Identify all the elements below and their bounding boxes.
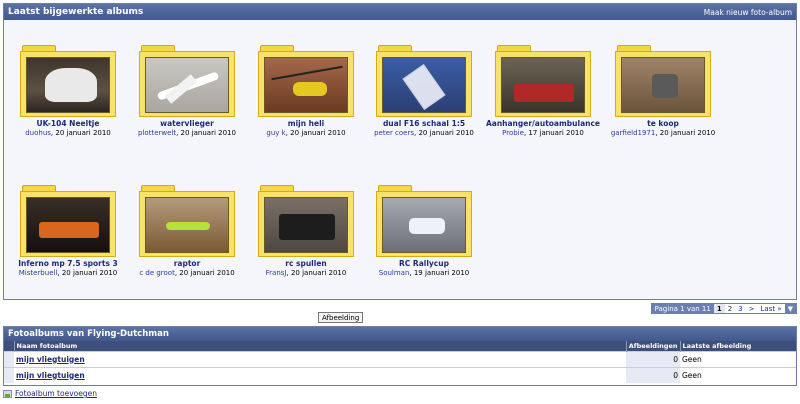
album-thumbnail[interactable] bbox=[264, 57, 348, 113]
album-card[interactable]: dual F16 schaal 1:5 peter coers, 20 janu… bbox=[365, 45, 483, 137]
album-title[interactable]: UK-104 Neeltje bbox=[9, 119, 127, 128]
album-card[interactable]: te koop garfield1971, 20 januari 2010 bbox=[604, 45, 722, 137]
album-title[interactable]: te koop bbox=[604, 119, 722, 128]
album-name-link[interactable]: mijn vliegtuigen bbox=[16, 371, 85, 380]
album-user-link[interactable]: garfield1971 bbox=[611, 129, 656, 137]
last-page-link[interactable]: Last » bbox=[757, 304, 785, 313]
album-user-link[interactable]: Soulman bbox=[379, 269, 410, 277]
album-last-image: Geen bbox=[680, 350, 796, 367]
table-spacer-header bbox=[4, 341, 14, 351]
add-album-label[interactable]: Fotoalbum toevoegen bbox=[15, 389, 97, 398]
album-folder-icon[interactable] bbox=[139, 185, 235, 257]
album-folder-icon[interactable] bbox=[376, 45, 472, 117]
album-card[interactable]: rc spullen FransJ, 20 januari 2010 bbox=[247, 185, 365, 277]
image-add-icon bbox=[3, 389, 12, 398]
tooltip: Afbeelding bbox=[318, 312, 364, 323]
album-thumbnail[interactable] bbox=[382, 57, 466, 113]
album-thumbnail[interactable] bbox=[264, 197, 348, 253]
album-date: , 20 januari 2010 bbox=[655, 129, 716, 137]
album-folder-icon[interactable] bbox=[20, 185, 116, 257]
album-card[interactable]: Inferno mp 7.5 sports 3 Misterbuell, 20 … bbox=[9, 185, 127, 277]
album-thumbnail[interactable] bbox=[621, 57, 705, 113]
album-user-link[interactable]: FransJ bbox=[266, 269, 287, 277]
album-user-link[interactable]: duohus bbox=[25, 129, 51, 137]
album-card[interactable]: mijn heli guy k, 20 januari 2010 bbox=[247, 45, 365, 137]
album-folder-icon[interactable] bbox=[258, 45, 354, 117]
album-user-link[interactable]: guy k bbox=[266, 129, 285, 137]
albums-table: Naam fotoalbum Afbeeldingen Laatste afbe… bbox=[4, 341, 796, 383]
panel-title: Laatst bijgewerkte albums bbox=[8, 7, 144, 17]
album-date: , 20 januari 2010 bbox=[414, 129, 474, 137]
album-date: , 20 januari 2010 bbox=[176, 129, 236, 137]
page-indicator: Pagina 1 van 11 bbox=[651, 304, 714, 313]
album-title[interactable]: mijn heli bbox=[247, 119, 365, 128]
album-grid: UK-104 Neeltje duohus, 20 januari 2010 w… bbox=[4, 20, 796, 299]
album-card[interactable]: watervlieger plotterwelt, 20 januari 201… bbox=[128, 45, 246, 137]
next-page-link[interactable]: > bbox=[745, 304, 758, 313]
album-date: , 20 januari 2010 bbox=[285, 129, 346, 137]
album-folder-icon[interactable] bbox=[495, 45, 591, 117]
page-3-link[interactable]: 3 bbox=[735, 304, 746, 313]
album-card[interactable]: UK-104 Neeltje duohus, 20 januari 2010 bbox=[9, 45, 127, 137]
table-row: mijn vliegtuigen 0 Geen bbox=[4, 350, 796, 367]
album-date: , 19 januari 2010 bbox=[409, 269, 470, 277]
column-header-count: Afbeeldingen bbox=[625, 341, 680, 351]
album-folder-icon[interactable] bbox=[258, 185, 354, 257]
album-image-count: 0 bbox=[626, 366, 680, 383]
album-folder-icon[interactable] bbox=[615, 45, 711, 117]
table-row: mijn vliegtuigen 0 Geen bbox=[4, 366, 796, 383]
album-card[interactable]: RC Rallycup Soulman, 19 januari 2010 bbox=[365, 185, 483, 277]
album-title[interactable]: rc spullen bbox=[247, 259, 365, 268]
album-user-link[interactable]: Misterbuell bbox=[19, 269, 58, 277]
column-header-name: Naam fotoalbum bbox=[13, 341, 627, 351]
album-user-link[interactable]: c de groot bbox=[139, 269, 175, 277]
album-folder-icon[interactable] bbox=[139, 45, 235, 117]
album-date: , 20 januari 2010 bbox=[174, 269, 235, 277]
album-image-count: 0 bbox=[626, 350, 680, 367]
album-thumbnail[interactable] bbox=[26, 57, 110, 113]
page-2-link[interactable]: 2 bbox=[724, 304, 736, 313]
album-name-link[interactable]: mijn vliegtuigen bbox=[16, 355, 85, 364]
album-thumbnail[interactable] bbox=[501, 57, 585, 113]
album-title[interactable]: watervlieger bbox=[128, 119, 246, 128]
album-user-link[interactable]: plotterwelt bbox=[138, 129, 176, 137]
album-folder-icon[interactable] bbox=[20, 45, 116, 117]
album-card[interactable]: raptor c de groot, 20 januari 2010 bbox=[128, 185, 246, 277]
new-album-link[interactable]: Maak nieuw foto-album bbox=[704, 8, 792, 17]
column-header-last: Laatste afbeelding bbox=[679, 341, 796, 351]
album-thumbnail[interactable] bbox=[382, 197, 466, 253]
album-card[interactable]: Aanhanger/autoambulance Probie, 17 janua… bbox=[484, 45, 602, 137]
user-albums-title: Fotoalbums van Flying-Dutchman bbox=[4, 327, 796, 341]
latest-albums-panel: Laatst bijgewerkte albums Maak nieuw fot… bbox=[3, 3, 797, 300]
album-thumbnail[interactable] bbox=[26, 197, 110, 253]
album-thumbnail[interactable] bbox=[145, 197, 229, 253]
page-1-current: 1 bbox=[713, 304, 725, 313]
album-date: , 20 januari 2010 bbox=[50, 129, 111, 137]
album-last-image: Geen bbox=[680, 366, 796, 383]
album-thumbnail[interactable] bbox=[145, 57, 229, 113]
album-date: , 20 januari 2010 bbox=[57, 269, 118, 277]
album-date: , 20 januari 2010 bbox=[286, 269, 347, 277]
page-jump-dropdown-icon[interactable]: ▼ bbox=[784, 304, 796, 313]
album-title[interactable]: Inferno mp 7.5 sports 3 bbox=[9, 259, 127, 268]
user-albums-panel: Fotoalbums van Flying-Dutchman Naam foto… bbox=[3, 326, 797, 386]
album-date: , 17 januari 2010 bbox=[523, 129, 584, 137]
add-album-link[interactable]: Fotoalbum toevoegen bbox=[3, 389, 97, 398]
album-folder-icon[interactable] bbox=[376, 185, 472, 257]
panel-header: Laatst bijgewerkte albums Maak nieuw fot… bbox=[4, 4, 796, 20]
album-title[interactable]: dual F16 schaal 1:5 bbox=[365, 119, 483, 128]
album-title[interactable]: raptor bbox=[128, 259, 246, 268]
album-user-link[interactable]: peter coers bbox=[374, 129, 414, 137]
album-title[interactable]: RC Rallycup bbox=[365, 259, 483, 268]
pagination: Pagina 1 van 11 1 2 3 > Last » ▼ bbox=[650, 303, 797, 314]
album-title[interactable]: Aanhanger/autoambulance bbox=[484, 119, 602, 128]
album-user-link[interactable]: Probie bbox=[502, 129, 524, 137]
